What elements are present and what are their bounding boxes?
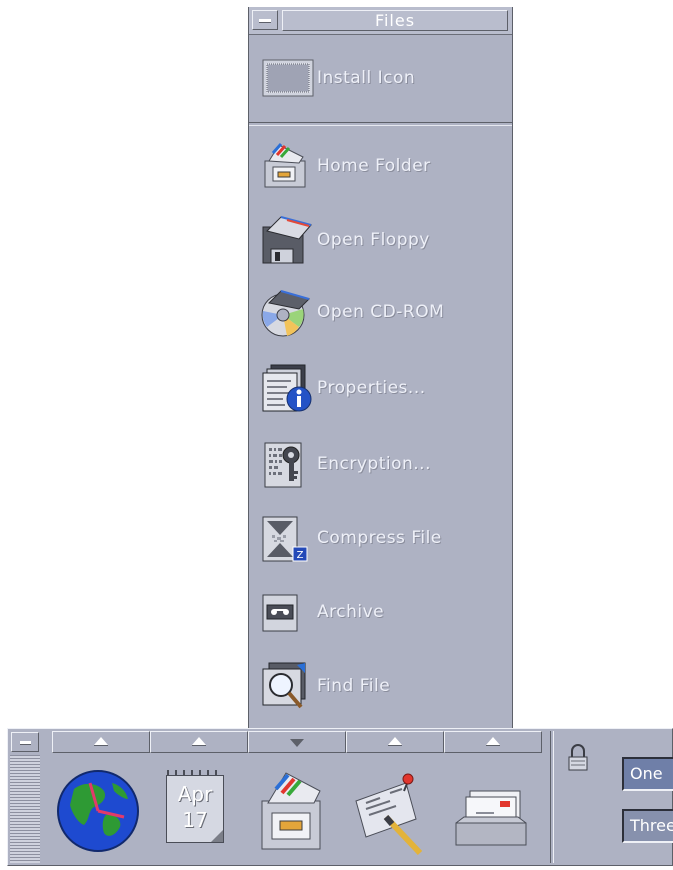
clock-control[interactable]	[54, 761, 140, 861]
subpanel-item-encryption[interactable]: Encryption...	[259, 439, 431, 489]
lock-screen-button[interactable]	[566, 743, 590, 773]
subpanel-titlebar: Files	[249, 7, 512, 35]
home-folder-icon	[259, 141, 315, 191]
subpanel-arrow-4[interactable]	[346, 731, 444, 753]
subpanel-item-open-cdrom[interactable]: Open CD-ROM	[259, 287, 444, 337]
subpanel-arrow-3[interactable]	[248, 731, 346, 753]
globe-clock-icon	[57, 770, 139, 852]
subpanel-close-button[interactable]	[252, 10, 278, 30]
subpanel-item-label: Open Floppy	[317, 230, 430, 250]
install-icon-label: Install Icon	[317, 68, 416, 88]
calendar-month: Apr	[177, 782, 213, 806]
compress-icon: Z	[259, 513, 315, 563]
find-file-icon	[259, 661, 315, 711]
front-panel: Apr 17 One Three	[7, 728, 673, 866]
text-editor-control[interactable]	[350, 761, 436, 861]
subpanel-arrow-2[interactable]	[150, 731, 248, 753]
install-icon-icon	[259, 53, 315, 103]
subpanel-item-label: Archive	[317, 602, 385, 622]
install-icon-dropzone[interactable]: Install Icon	[259, 53, 415, 103]
floppy-icon	[259, 215, 315, 265]
encryption-icon	[259, 439, 315, 489]
front-panel-drag-handle[interactable]	[10, 755, 40, 863]
up-arrow-icon	[192, 737, 206, 746]
files-control[interactable]	[256, 761, 342, 861]
down-arrow-icon	[290, 739, 304, 747]
subpanel-item-open-floppy[interactable]: Open Floppy	[259, 215, 430, 265]
subpanel-item-home-folder[interactable]: Home Folder	[259, 141, 431, 191]
lock-icon	[568, 744, 588, 771]
up-arrow-icon	[486, 737, 500, 746]
calendar-day: 17	[182, 808, 208, 832]
files-subpanel: Files Install Icon Home Folder Open Flop…	[248, 7, 513, 730]
workspace-button-three[interactable]: Three	[622, 809, 673, 843]
home-folder-icon	[261, 772, 321, 850]
subpanel-item-archive[interactable]: Archive	[259, 587, 384, 637]
subpanel-item-properties[interactable]: Properties...	[259, 363, 426, 413]
up-arrow-icon	[94, 737, 108, 746]
archive-icon	[259, 587, 315, 637]
subpanel-item-label: Home Folder	[317, 156, 431, 176]
subpanel-title: Files	[282, 10, 508, 31]
subpanel-divider	[249, 122, 512, 126]
mail-control[interactable]	[448, 761, 534, 861]
calendar-control[interactable]: Apr 17	[156, 761, 242, 861]
subpanel-item-label: Encryption...	[317, 454, 431, 474]
front-panel-divider	[550, 731, 554, 863]
calendar-icon: Apr 17	[166, 770, 224, 843]
subpanel-item-compress-file[interactable]: Z Compress File	[259, 513, 442, 563]
cdrom-icon	[259, 287, 315, 337]
subpanel-item-find-file[interactable]: Find File	[259, 661, 390, 711]
subpanel-item-label: Compress File	[317, 528, 442, 548]
up-arrow-icon	[388, 737, 402, 746]
subpanel-item-label: Find File	[317, 676, 391, 696]
properties-icon	[259, 363, 315, 413]
svg-text:Z: Z	[297, 550, 304, 561]
subpanel-arrow-1[interactable]	[52, 731, 150, 753]
text-note-icon	[355, 773, 423, 856]
workspace-button-one[interactable]: One	[622, 757, 673, 791]
subpanel-item-label: Open CD-ROM	[317, 302, 445, 322]
subpanel-item-label: Properties...	[317, 378, 426, 398]
subpanel-arrow-5[interactable]	[444, 731, 542, 753]
mail-tray-icon	[455, 790, 527, 846]
front-panel-menu-button[interactable]	[11, 732, 39, 752]
